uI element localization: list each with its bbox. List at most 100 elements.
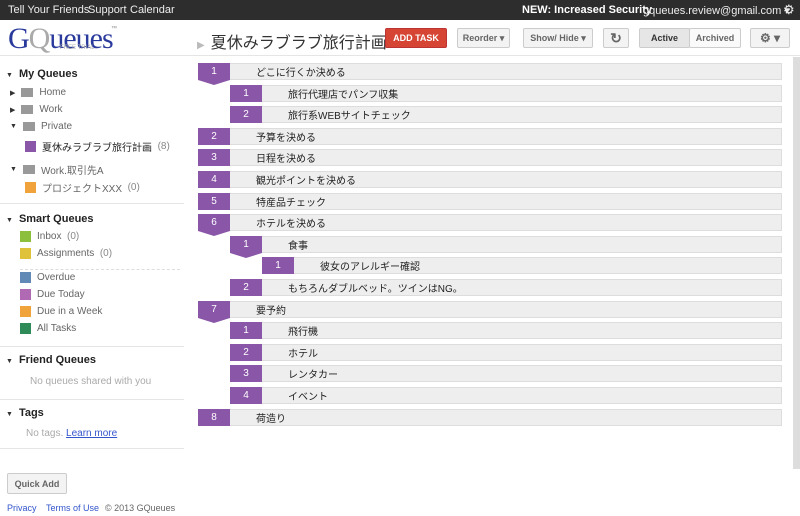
task-number-badge[interactable]: 2	[198, 127, 230, 145]
task-text[interactable]: 日程を決める	[256, 150, 316, 165]
task-text[interactable]: 飛行機	[288, 323, 318, 338]
show-hide-button[interactable]: Show/ Hide ▾	[523, 28, 593, 48]
task-number-badge[interactable]: 8	[198, 408, 230, 426]
task-text[interactable]: 要予約	[256, 302, 286, 317]
task-number-badge[interactable]: 4	[198, 171, 230, 188]
queue-summer-trip[interactable]: 夏休みラブラブ旅行計画 (8)	[25, 139, 170, 154]
queue-color-icon	[20, 323, 31, 334]
task-row[interactable]: 4 イベント	[230, 387, 782, 404]
active-tab[interactable]: Active	[639, 28, 690, 48]
task-row[interactable]: 8 荷造り	[198, 408, 782, 426]
task-number-badge[interactable]: 1	[262, 257, 294, 275]
settings-button[interactable]: ⚙ ▾	[750, 28, 790, 48]
task-number-badge[interactable]: 3	[230, 365, 262, 383]
task-number-badge[interactable]: 6	[198, 214, 230, 237]
task-row[interactable]: 1 飛行機	[230, 322, 782, 340]
privacy-link[interactable]: Privacy	[7, 503, 37, 513]
smart-queue-item[interactable]: Assignments (0)	[20, 248, 112, 259]
task-text[interactable]: イベント	[288, 388, 328, 403]
task-text[interactable]: 荷造り	[256, 410, 286, 425]
account-menu[interactable]: gqueues.review@gmail.com ▾	[643, 4, 790, 17]
quick-add-button[interactable]: Quick Add	[7, 473, 67, 494]
task-number-badge[interactable]: 1	[230, 322, 262, 340]
learn-more-link[interactable]: Learn more	[66, 428, 117, 439]
queue-color-icon	[20, 306, 31, 317]
logo-tm: ™	[111, 26, 117, 32]
task-row[interactable]: 3 日程を決める	[198, 149, 782, 167]
task-text[interactable]: 旅行系WEBサイトチェック	[288, 107, 411, 122]
task-number-badge[interactable]: 1	[230, 84, 262, 102]
task-text[interactable]: もちろんダブルベッド。ツインはNG。	[288, 280, 463, 295]
archived-tab[interactable]: Archived	[689, 28, 741, 48]
queue-color-icon	[25, 182, 36, 193]
task-text[interactable]: どこに行くか決める	[256, 64, 346, 79]
task-number-badge[interactable]: 2	[230, 343, 262, 361]
divider	[20, 269, 180, 270]
task-row[interactable]: 6 ホテルを決める	[198, 214, 782, 237]
task-number-badge[interactable]: 3	[198, 149, 230, 167]
queue-color-icon	[20, 231, 31, 242]
folder-icon	[21, 88, 34, 97]
task-text[interactable]: ホテル	[288, 345, 318, 360]
my-queues-heading[interactable]: ▼ My Queues	[6, 68, 78, 80]
smart-queue-count: (0)	[67, 231, 80, 242]
tell-friends-link[interactable]: Tell Your Friends	[8, 4, 89, 16]
task-row[interactable]: 4 観光ポイントを決める	[198, 171, 782, 188]
smart-queue-item[interactable]: Overdue	[20, 272, 81, 283]
task-text[interactable]: 観光ポイントを決める	[256, 172, 356, 187]
queue-color-icon	[25, 141, 36, 152]
smart-queue-item[interactable]: Inbox (0)	[20, 231, 79, 242]
support-link[interactable]: Support	[88, 4, 127, 16]
task-text[interactable]: 食事	[288, 237, 308, 252]
task-text[interactable]: 予算を決める	[256, 129, 316, 144]
task-row[interactable]: 7 要予約	[198, 300, 782, 323]
calendar-link[interactable]: Calendar	[130, 4, 175, 16]
task-number-badge[interactable]: 4	[230, 387, 262, 404]
folder-private[interactable]: ▼ Private	[10, 121, 72, 132]
smart-queue-count: (0)	[99, 248, 113, 259]
task-row[interactable]: 2 旅行系WEBサイトチェック	[230, 106, 782, 124]
queue-color-icon	[20, 289, 31, 300]
reorder-button[interactable]: Reorder ▾	[457, 28, 510, 48]
task-number-badge[interactable]: 2	[230, 279, 262, 296]
add-task-button[interactable]: ADD TASK	[385, 28, 447, 48]
news-link[interactable]: NEW: Increased Security	[522, 4, 652, 16]
smart-queue-item[interactable]: All Tasks	[20, 323, 82, 334]
tags-heading[interactable]: ▼ Tags	[6, 407, 44, 419]
task-row[interactable]: 2 予算を決める	[198, 127, 782, 145]
task-text[interactable]: レンタカー	[288, 366, 338, 381]
task-text[interactable]: 特産品チェック	[256, 194, 326, 209]
task-row[interactable]: 1 旅行代理店でパンフ収集	[230, 84, 782, 102]
task-row[interactable]: 2 もちろんダブルベッド。ツインはNG。	[230, 279, 782, 296]
task-row[interactable]: 3 レンタカー	[230, 365, 782, 383]
task-text[interactable]: ホテルを決める	[256, 215, 326, 230]
folder-icon	[22, 165, 35, 174]
task-number-badge[interactable]: 2	[230, 106, 262, 124]
task-number-badge[interactable]: 1	[198, 63, 230, 85]
terms-link[interactable]: Terms of Use	[46, 503, 99, 513]
folder-home[interactable]: ▶ Home	[10, 87, 66, 98]
scrollbar[interactable]	[793, 57, 800, 469]
folder-work[interactable]: ▶ Work	[10, 104, 63, 115]
task-text[interactable]: 旅行代理店でパンフ収集	[288, 86, 398, 101]
smart-queue-item[interactable]: Due Today	[20, 289, 90, 300]
folder-work-client[interactable]: ▼ Work.取引先A	[10, 162, 104, 177]
task-text[interactable]: 彼女のアレルギー確認	[320, 258, 420, 273]
smart-queue-item[interactable]: Due in a Week	[20, 306, 108, 317]
header-divider	[0, 55, 800, 56]
gear-icon[interactable]: ⚙	[783, 2, 795, 18]
arrow-icon: ▶	[197, 40, 205, 51]
friend-queues-heading[interactable]: ▼ Friend Queues	[6, 354, 96, 366]
refresh-button[interactable]: ↻	[603, 28, 629, 48]
task-row[interactable]: 5 特産品チェック	[198, 192, 782, 210]
task-row[interactable]: 1 食事	[230, 235, 782, 258]
queue-project[interactable]: プロジェクトXXX (0)	[25, 180, 140, 195]
smart-queues-heading[interactable]: ▼ Smart Queues	[6, 213, 94, 225]
task-number-badge[interactable]: 1	[230, 235, 262, 258]
task-number-badge[interactable]: 7	[198, 300, 230, 323]
divider	[0, 203, 184, 204]
task-number-badge[interactable]: 5	[198, 192, 230, 210]
task-row[interactable]: 1 彼女のアレルギー確認	[262, 257, 782, 275]
task-row[interactable]: 2 ホテル	[230, 343, 782, 361]
task-row[interactable]: 1 どこに行くか決める	[198, 63, 782, 85]
